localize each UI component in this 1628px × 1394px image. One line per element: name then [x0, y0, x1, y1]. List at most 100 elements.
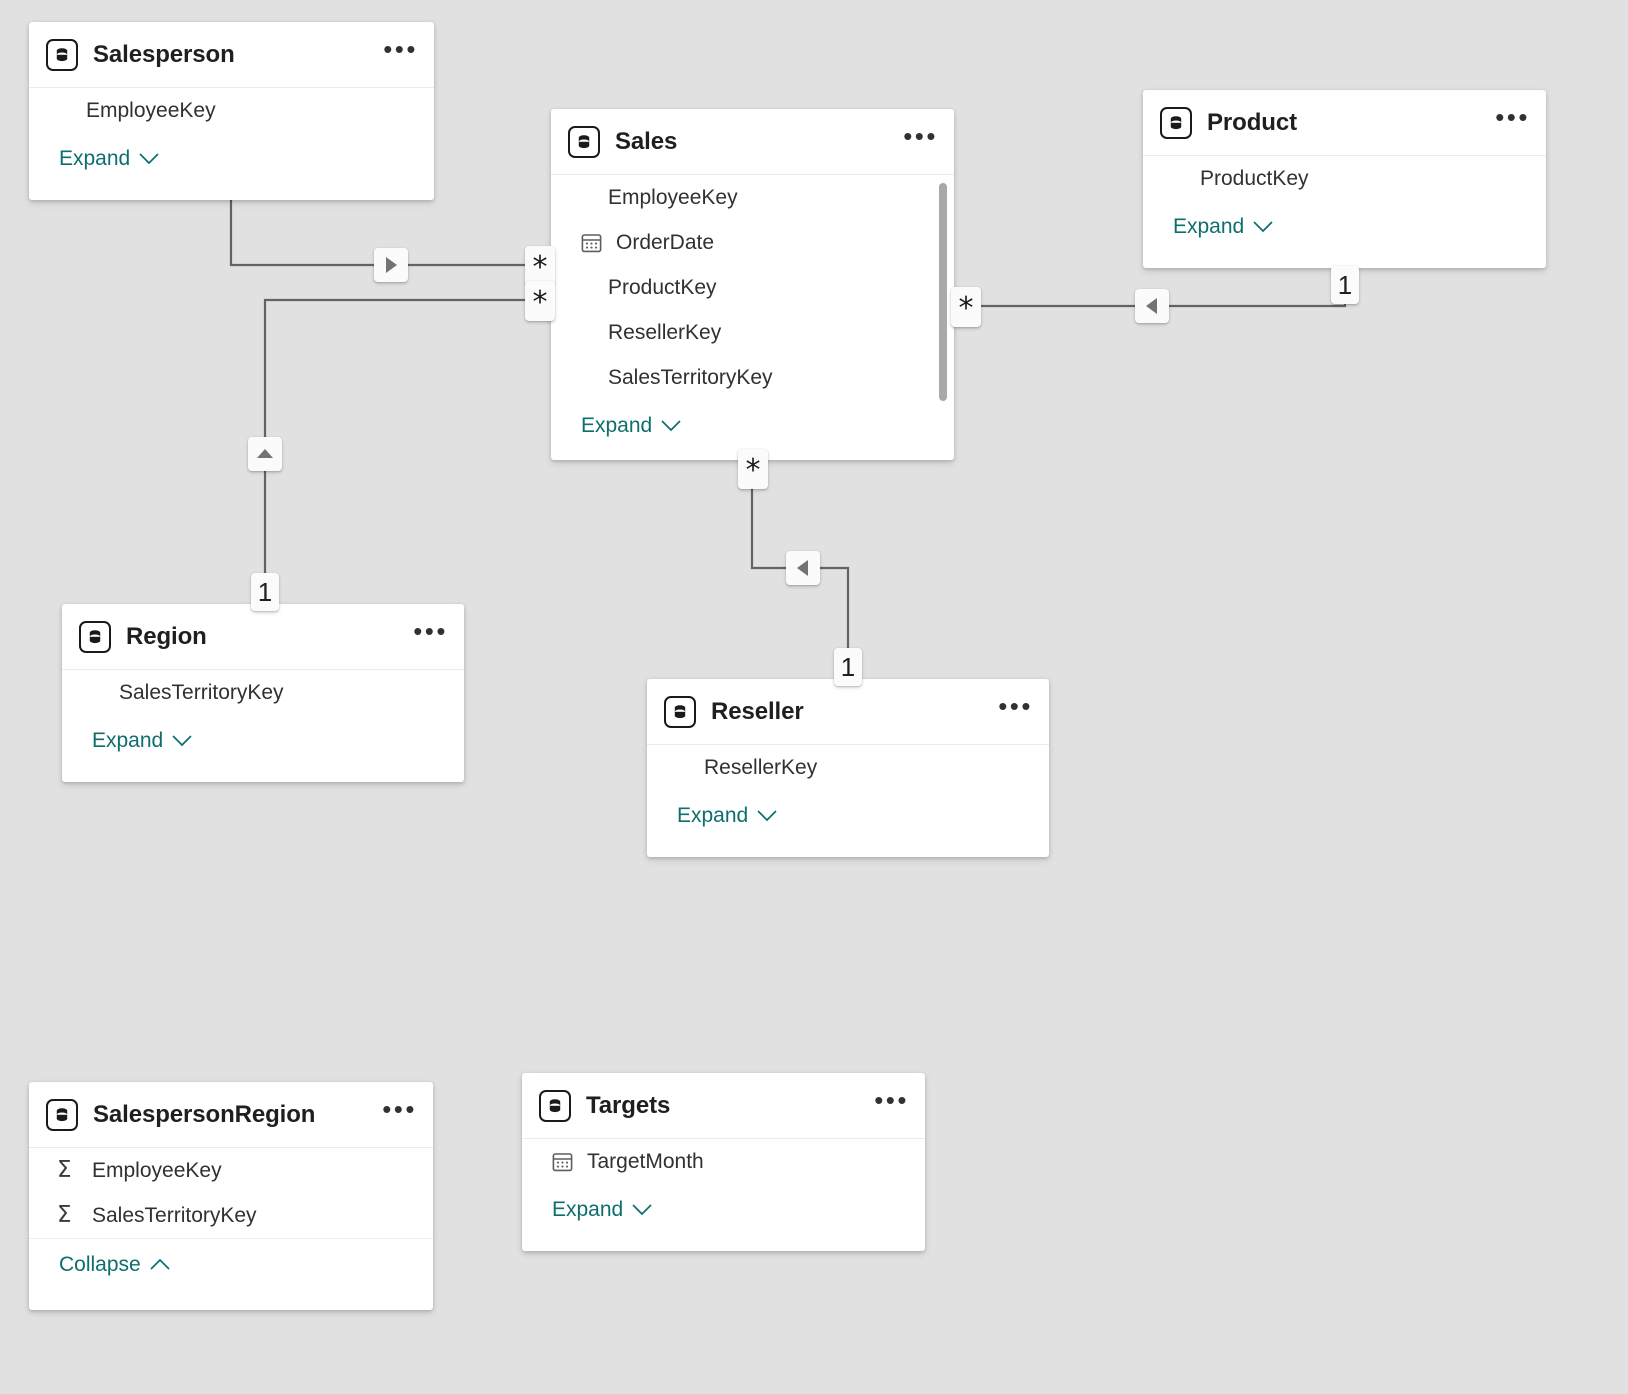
expand-toggle[interactable]: Expand [1143, 201, 1546, 253]
table-name: Region [126, 622, 207, 650]
cardinality-badge-many[interactable]: * [951, 287, 981, 327]
field-name: EmployeeKey [86, 98, 216, 122]
field-row[interactable]: SalesTerritoryKey [62, 670, 464, 715]
chevron-down-icon [632, 1198, 652, 1222]
field-name: ProductKey [1200, 166, 1309, 190]
field-row[interactable]: EmployeeKey [29, 88, 434, 133]
table-card-header[interactable]: Targets ••• [522, 1073, 925, 1139]
cardinality-badge-one[interactable]: 1 [1331, 266, 1359, 304]
expand-toggle[interactable]: Expand [551, 400, 954, 452]
field-row[interactable]: Σ SalesTerritoryKey [29, 1193, 433, 1238]
table-card-header[interactable]: SalespersonRegion ••• [29, 1082, 433, 1148]
table-card-header[interactable]: Salesperson ••• [29, 22, 434, 88]
chevron-down-icon [172, 729, 192, 753]
expand-label: Expand [581, 414, 653, 437]
field-row[interactable]: Σ EmployeeKey [29, 1148, 433, 1193]
table-name: Product [1207, 108, 1297, 136]
table-name: Reseller [711, 697, 804, 725]
table-card-reseller[interactable]: Reseller ••• ResellerKey Expand [647, 679, 1049, 857]
expand-toggle[interactable]: Expand [62, 715, 464, 767]
table-card-header[interactable]: Sales ••• [551, 109, 954, 175]
table-card-body: Σ EmployeeKey Σ SalesTerritoryKey Collap… [29, 1148, 433, 1290]
cardinality-badge-many[interactable]: * [525, 281, 555, 321]
table-more-options-button[interactable]: ••• [1489, 104, 1532, 133]
cardinality-badge-one[interactable]: 1 [251, 573, 279, 611]
table-more-options-button[interactable]: ••• [376, 1096, 419, 1125]
sigma-glyph: Σ [57, 1202, 72, 1228]
field-name: SalesTerritoryKey [92, 1203, 257, 1227]
expand-toggle[interactable]: Expand [647, 790, 1049, 842]
table-name: Sales [615, 127, 678, 155]
table-icon [568, 125, 600, 158]
field-row[interactable]: TargetMonth [522, 1139, 925, 1184]
cross-filter-arrow-right-icon[interactable] [374, 248, 408, 282]
chevron-down-icon [661, 414, 681, 438]
table-card-header[interactable]: Region ••• [62, 604, 464, 670]
table-card-header[interactable]: Product ••• [1143, 90, 1546, 156]
table-icon [79, 620, 111, 653]
field-name: SalesTerritoryKey [119, 680, 284, 704]
sigma-glyph: Σ [57, 1157, 72, 1183]
chevron-down-icon [757, 804, 777, 828]
table-card-body: ProductKey Expand [1143, 156, 1546, 253]
cardinality-badge-many[interactable]: * [738, 449, 768, 489]
table-card-body: SalesTerritoryKey Expand [62, 670, 464, 767]
expand-label: Expand [552, 1198, 624, 1221]
cross-filter-arrow-up-icon[interactable] [248, 437, 282, 471]
table-name: SalespersonRegion [93, 1100, 316, 1128]
table-icon [539, 1089, 571, 1122]
cross-filter-arrow-left-icon[interactable] [1135, 289, 1169, 323]
table-more-options-button[interactable]: ••• [992, 693, 1035, 722]
field-row[interactable]: SalesTerritoryKey [551, 355, 954, 400]
field-name: EmployeeKey [608, 185, 738, 209]
field-name: ProductKey [608, 275, 717, 299]
vertical-scrollbar[interactable] [939, 183, 947, 401]
table-card-salespersonregion[interactable]: SalespersonRegion ••• Σ EmployeeKey Σ Sa… [29, 1082, 433, 1310]
field-name: TargetMonth [587, 1149, 704, 1173]
field-name: ResellerKey [704, 755, 818, 779]
collapse-label: Collapse [59, 1252, 141, 1276]
table-icon [46, 38, 78, 71]
field-row[interactable]: ResellerKey [647, 745, 1049, 790]
expand-toggle[interactable]: Expand [522, 1184, 925, 1236]
field-row[interactable]: ResellerKey [551, 310, 954, 355]
field-name: ResellerKey [608, 320, 722, 344]
table-icon [1160, 106, 1192, 139]
field-row[interactable]: ProductKey [1143, 156, 1546, 201]
expand-label: Expand [59, 147, 131, 170]
table-card-region[interactable]: Region ••• SalesTerritoryKey Expand [62, 604, 464, 782]
field-row[interactable]: ProductKey [551, 265, 954, 310]
chevron-up-icon [150, 1253, 170, 1277]
calendar-icon [552, 1151, 578, 1172]
table-name: Salesperson [93, 40, 235, 68]
field-row[interactable]: EmployeeKey [551, 175, 954, 220]
table-card-sales[interactable]: Sales ••• EmployeeKey OrderDate ProductK… [551, 109, 954, 460]
table-card-targets[interactable]: Targets ••• TargetMonth Expand [522, 1073, 925, 1251]
expand-toggle[interactable]: Expand [29, 133, 434, 185]
cross-filter-arrow-left-icon[interactable] [786, 551, 820, 585]
table-card-header[interactable]: Reseller ••• [647, 679, 1049, 745]
table-name: Targets [586, 1091, 671, 1119]
table-card-salesperson[interactable]: Salesperson ••• EmployeeKey Expand [29, 22, 434, 200]
table-card-body: TargetMonth Expand [522, 1139, 925, 1236]
table-card-product[interactable]: Product ••• ProductKey Expand [1143, 90, 1546, 268]
table-more-options-button[interactable]: ••• [377, 36, 420, 65]
table-more-options-button[interactable]: ••• [407, 618, 450, 647]
cardinality-badge-many[interactable]: * [525, 246, 555, 286]
expand-label: Expand [1173, 215, 1245, 238]
chevron-down-icon [139, 147, 159, 171]
cardinality-badge-one[interactable]: 1 [834, 648, 862, 686]
table-card-body: EmployeeKey Expand [29, 88, 434, 185]
sigma-icon: Σ [57, 1159, 83, 1182]
table-icon [46, 1098, 78, 1131]
table-more-options-button[interactable]: ••• [868, 1087, 911, 1116]
field-row[interactable]: OrderDate [551, 220, 954, 265]
model-diagram-canvas[interactable]: Salesperson ••• EmployeeKey Expand Sales… [0, 0, 1628, 1394]
table-more-options-button[interactable]: ••• [897, 123, 940, 152]
collapse-toggle[interactable]: Collapse [29, 1238, 433, 1290]
field-name: SalesTerritoryKey [608, 365, 773, 389]
sigma-icon: Σ [57, 1204, 83, 1227]
expand-label: Expand [677, 804, 749, 827]
calendar-icon [581, 232, 607, 253]
table-icon [664, 695, 696, 728]
